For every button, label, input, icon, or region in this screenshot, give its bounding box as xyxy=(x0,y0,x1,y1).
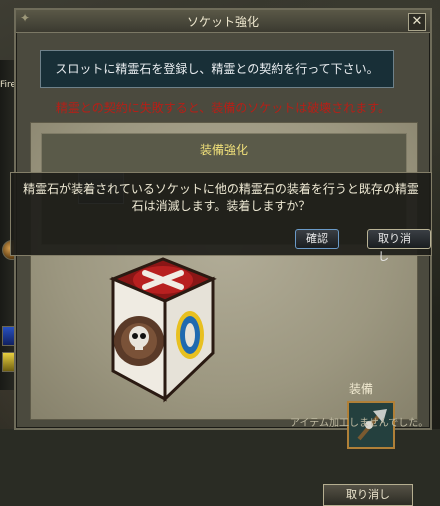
enhance-title: 装備強化 xyxy=(199,143,248,157)
info-message: スロットに精霊石を登録し、精霊との契約を行って下さい。 xyxy=(40,50,394,88)
close-button[interactable]: ✕ xyxy=(408,13,426,31)
confirm-cancel-button[interactable]: 取り消し xyxy=(367,229,431,263)
titlebar[interactable]: ✦ ソケット強化 ✕ xyxy=(16,10,430,33)
dice-icon xyxy=(109,257,217,403)
window-title: ソケット強化 xyxy=(186,15,259,29)
cancel-button[interactable]: 取り消し xyxy=(323,484,413,506)
parchment-panel: 装備強化 装備 取り消し xyxy=(30,122,418,506)
equip-label: 装備 xyxy=(349,382,374,396)
system-message: アイテム加工しませんでした。 xyxy=(290,418,429,429)
confirm-message: 精霊石が装着されているソケットに他の精霊石の装着を行うと既存の精霊石は消滅します… xyxy=(23,182,419,213)
confirm-dialog: 精霊石が装着されているソケットに他の精霊石の装着を行うと既存の精霊石は消滅します… xyxy=(10,172,432,263)
warning-message: 精霊との契約に失敗すると、装備のソケットは破壊されます。 xyxy=(55,101,391,115)
confirm-ok-button[interactable]: 確認 xyxy=(295,229,339,249)
